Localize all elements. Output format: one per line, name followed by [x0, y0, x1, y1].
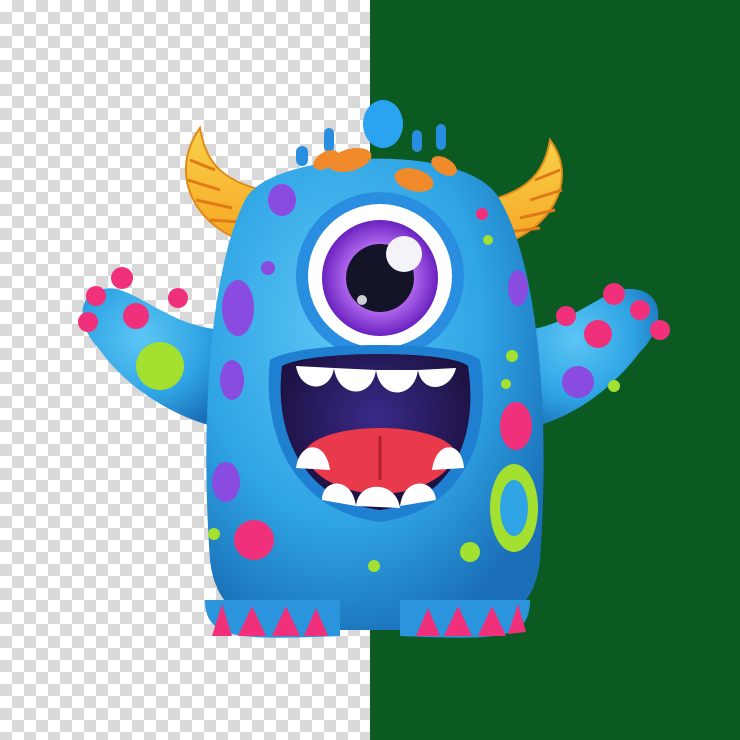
- monster-illustration: [78, 100, 670, 638]
- image-canvas: [0, 0, 740, 740]
- eye: [296, 192, 464, 360]
- arm-left: [78, 267, 230, 430]
